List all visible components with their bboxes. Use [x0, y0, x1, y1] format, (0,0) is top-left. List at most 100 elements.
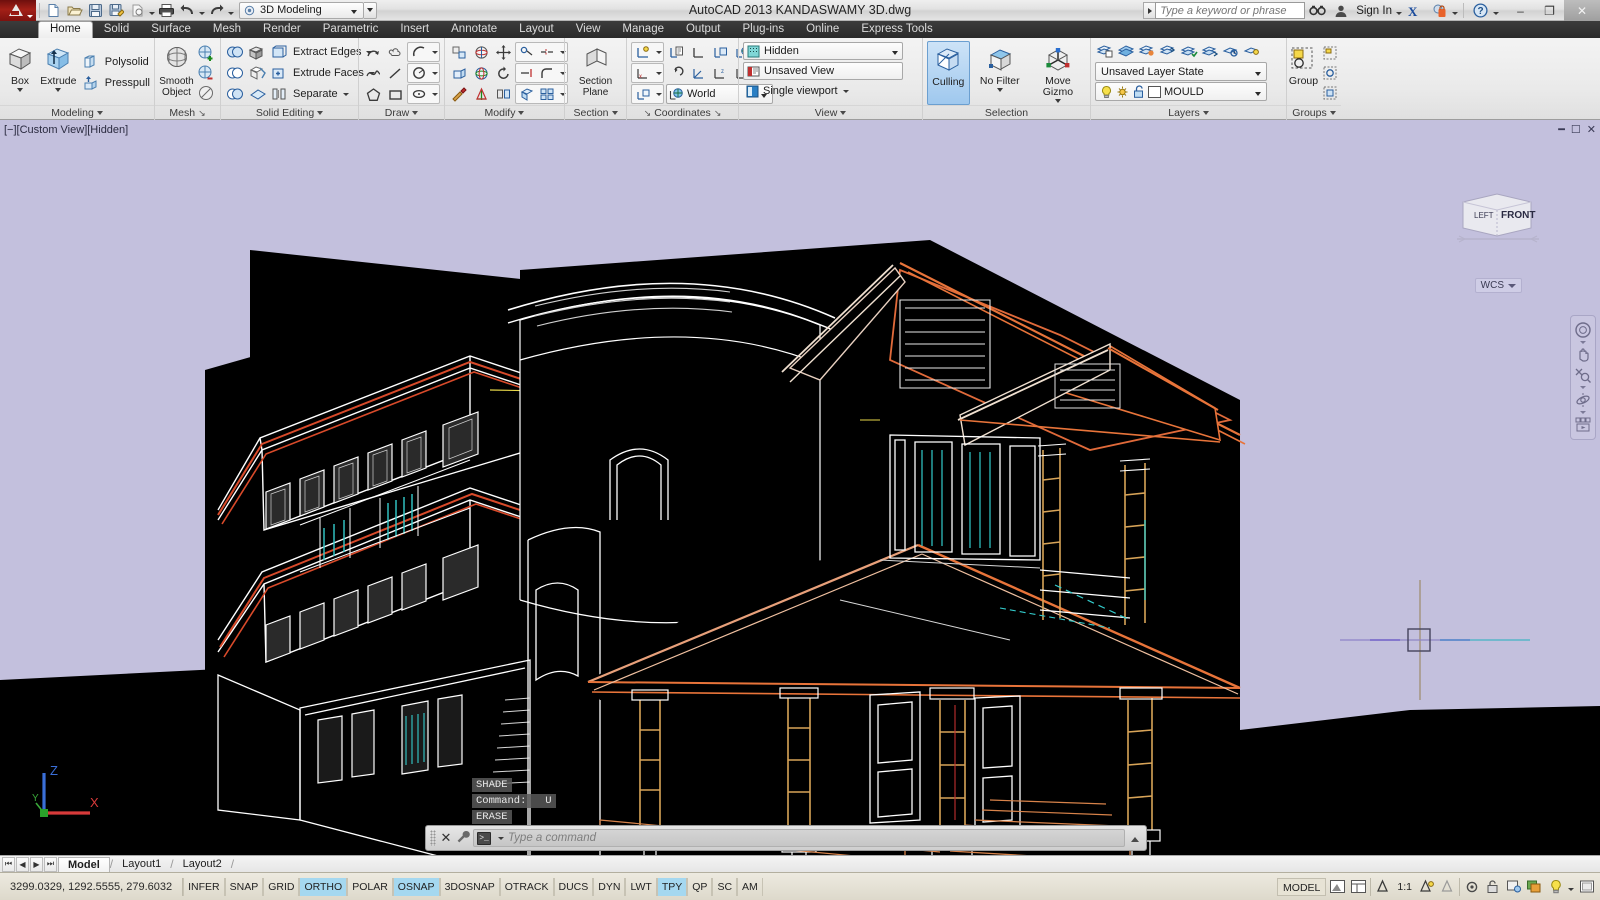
user-avatar-icon[interactable] — [1329, 0, 1353, 21]
tab-mesh[interactable]: Mesh — [202, 21, 252, 38]
current-layer-selector[interactable]: MOULD — [1095, 82, 1267, 101]
extrude-face-mod-icon[interactable] — [449, 63, 469, 83]
drawing-viewport[interactable]: [−][Custom View][Hidden] ━ ☐ ✕ — [0, 120, 1600, 855]
solid-subtract-3d-icon[interactable] — [247, 63, 267, 83]
toggle-otrack[interactable]: OTRACK — [500, 878, 554, 896]
workspace-settings-dropdown[interactable] — [364, 2, 377, 19]
undo-arrow-icon[interactable] — [177, 1, 198, 20]
mesh-refine-icon[interactable] — [196, 43, 216, 63]
paper-space-icon[interactable] — [1349, 877, 1368, 896]
3d-house-model[interactable] — [0, 120, 1600, 855]
workspace-selector[interactable]: 3D Modeling — [239, 2, 364, 19]
trim-icon[interactable] — [537, 42, 557, 62]
mesh-dialog-launcher[interactable]: ↘ — [198, 106, 206, 120]
box-dropdown[interactable] — [17, 88, 23, 92]
shell-icon[interactable] — [247, 84, 267, 104]
section-plane-button[interactable]: Section Plane — [569, 41, 622, 105]
model-space-button[interactable]: MODEL — [1277, 878, 1326, 896]
group-button[interactable]: Group — [1288, 41, 1320, 105]
viewport-restore-icon[interactable]: ☐ — [1571, 123, 1581, 136]
ucs-x-dropdown[interactable] — [656, 72, 662, 75]
ucs-z-axis-icon[interactable] — [688, 63, 708, 83]
tab-online[interactable]: Online — [795, 21, 850, 38]
toggle-lwt[interactable]: LWT — [625, 878, 656, 896]
toggle-sc[interactable]: SC — [712, 878, 737, 896]
3d-scale-icon[interactable] — [471, 84, 491, 104]
extrude-button[interactable]: Extrude — [38, 41, 79, 105]
close-icon[interactable]: ✕ — [439, 830, 453, 846]
prev-tab-button[interactable]: ◀ — [16, 857, 29, 872]
extract-edges-icon[interactable] — [269, 42, 289, 62]
tab-layout2[interactable]: Layout2 — [174, 857, 231, 872]
tab-layout1[interactable]: Layout1 — [113, 857, 170, 872]
toggle-ducs[interactable]: DUCS — [554, 878, 594, 896]
culling-button[interactable]: Culling — [927, 41, 970, 105]
last-tab-button[interactable]: ⏭ — [44, 857, 57, 872]
viewport-config-selector[interactable]: Single viewport — [743, 82, 903, 100]
tab-annotate[interactable]: Annotate — [440, 21, 508, 38]
extrude-dropdown[interactable] — [55, 88, 61, 92]
minimize-button[interactable]: – — [1506, 0, 1535, 21]
3d-align-icon[interactable] — [517, 42, 537, 62]
layer-color-swatch[interactable] — [1148, 86, 1161, 98]
polygon-icon[interactable] — [363, 84, 383, 104]
layout-viewport-icon[interactable] — [1328, 877, 1347, 896]
panel-title-layers[interactable]: Layers — [1091, 105, 1286, 120]
union-icon[interactable] — [225, 42, 245, 62]
tab-render[interactable]: Render — [252, 21, 312, 38]
clean-screen-icon[interactable] — [1577, 877, 1596, 896]
subtract-icon[interactable] — [225, 63, 245, 83]
separate-icon[interactable] — [269, 84, 289, 104]
expand-history-icon[interactable] — [1128, 829, 1142, 847]
panel-title-coordinates[interactable]: ↘ Coordinates ↘ — [627, 105, 738, 120]
panel-title-mesh[interactable]: Mesh↘ — [155, 105, 220, 120]
mesh-smooth-toggle-icon[interactable] — [196, 83, 216, 103]
customize-wrench-icon[interactable] — [456, 830, 470, 847]
sign-in-button[interactable]: Sign In — [1353, 5, 1395, 17]
printer-icon[interactable] — [156, 1, 177, 20]
rectangle-icon[interactable] — [385, 84, 405, 104]
toggle-tpy[interactable]: TPY — [657, 878, 687, 896]
annotation-scale-icon[interactable] — [1373, 877, 1392, 896]
restore-button[interactable]: ❐ — [1535, 0, 1564, 21]
visual-style-selector[interactable]: Hidden — [743, 42, 903, 60]
toggle-qp[interactable]: QP — [687, 878, 712, 896]
coordinate-readout[interactable]: 3299.0329, 1292.5555, 279.6032 — [0, 881, 182, 893]
tab-output[interactable]: Output — [675, 21, 732, 38]
toggle-infer[interactable]: INFER — [183, 878, 225, 896]
smooth-object-button[interactable]: Smooth Object — [159, 41, 194, 105]
new-file-icon[interactable] — [43, 1, 64, 20]
ucs-dropdown[interactable] — [656, 51, 662, 54]
extrude-faces-icon[interactable] — [269, 63, 289, 83]
tab-view[interactable]: View — [565, 21, 612, 38]
layer-state-selector[interactable]: Unsaved Layer State — [1095, 62, 1267, 81]
ucs-dropdown-button[interactable]: WCS — [1475, 278, 1522, 293]
hardware-acceleration-icon[interactable] — [1525, 877, 1544, 896]
ungroup-icon[interactable] — [1321, 43, 1341, 63]
close-button[interactable]: ✕ — [1564, 0, 1600, 21]
clean-screen-bulb-icon[interactable] — [1546, 877, 1565, 896]
search-icon[interactable] — [1305, 0, 1329, 21]
exchange-apps-icon[interactable]: X — [1403, 0, 1427, 21]
layer-match-icon[interactable] — [1200, 41, 1220, 61]
3d-move-icon[interactable] — [493, 42, 513, 62]
solid-union-3d-icon[interactable] — [247, 42, 267, 62]
command-line-grip[interactable] — [430, 830, 436, 846]
save-as-icon[interactable] — [106, 1, 127, 20]
toggle-snap[interactable]: SNAP — [225, 878, 264, 896]
ellipse-icon[interactable] — [409, 84, 429, 104]
toggle-grid[interactable]: GRID — [263, 878, 299, 896]
isolate-objects-icon[interactable] — [1504, 877, 1523, 896]
tab-layout[interactable]: Layout — [508, 21, 565, 38]
tab-surface[interactable]: Surface — [140, 21, 202, 38]
toggle-dyn[interactable]: DYN — [593, 878, 625, 896]
circle-dropdown[interactable] — [432, 72, 438, 75]
tab-home[interactable]: Home — [38, 21, 93, 38]
auto-scale-icon[interactable] — [1438, 877, 1457, 896]
arc-dropdown[interactable] — [432, 51, 438, 54]
gear-icon[interactable] — [1462, 877, 1481, 896]
toggle-polar[interactable]: POLAR — [347, 878, 393, 896]
intersect-icon[interactable] — [225, 84, 245, 104]
search-input[interactable] — [1155, 2, 1305, 19]
coordinates-dialog-launcher[interactable]: ↘ — [714, 106, 722, 120]
